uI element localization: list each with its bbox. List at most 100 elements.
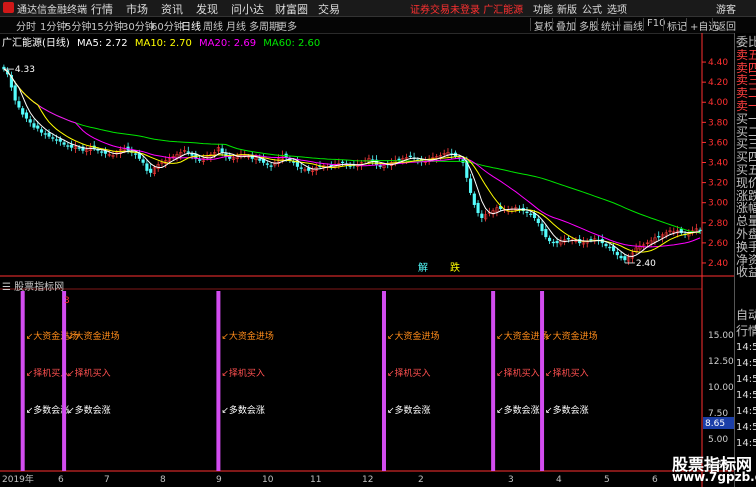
period-toolbar: 分时 1分钟 5分钟 15分钟 30分钟 60分钟 日线 周线 月线 多周期 更… <box>0 17 756 34</box>
side-panel-bottom-label: 行情 <box>736 324 756 338</box>
axis-marker: 3 <box>64 296 70 306</box>
overlay-button[interactable]: 叠加 <box>552 18 576 33</box>
menu-item-formula[interactable]: 公式 <box>582 1 602 16</box>
guest-label[interactable]: 游客 <box>716 1 736 16</box>
signal-bar <box>491 291 496 471</box>
signal-bar <box>540 291 545 471</box>
candle-body <box>24 112 29 119</box>
candle-body <box>548 237 552 242</box>
side-panel-bottom-label: 14:50 <box>736 374 756 385</box>
signal-label: ↙多数会涨 <box>67 404 111 416</box>
menu-item-quotes[interactable]: 行情 <box>91 1 113 17</box>
candle-body <box>589 239 593 241</box>
signal-label: ↙大资金进场 <box>387 330 440 342</box>
side-panel-bottom-label: 14:50 <box>736 358 756 369</box>
indicator-name: 股票指标网 <box>14 282 65 293</box>
signal-bar <box>216 291 221 471</box>
tab-period-more[interactable]: 更多 <box>277 18 297 33</box>
candle-body <box>619 255 623 259</box>
menu-item-ask[interactable]: 问小达 <box>231 1 264 17</box>
price-tick-label: 4.00 <box>708 98 728 108</box>
side-panel-bottom-label: 14:50 <box>736 438 756 449</box>
time-axis-label: 9 <box>216 475 222 485</box>
candle-body <box>17 101 21 108</box>
side-panel-bottom-label: 14:50 <box>736 422 756 433</box>
time-axis-label: 11 <box>310 475 321 485</box>
tab-period-15min[interactable]: 15分钟 <box>91 18 124 33</box>
menu-item-options[interactable]: 选项 <box>607 1 627 16</box>
candle-body <box>608 246 612 249</box>
candle-body <box>566 238 570 240</box>
signal-label: ↙择机买入 <box>387 367 431 379</box>
candle-body <box>397 158 401 161</box>
candle-body <box>299 167 303 169</box>
legend-ma20: MA20: 2.69 <box>199 38 257 49</box>
draw-line-button[interactable]: 画线 <box>619 18 643 33</box>
price-tick-label: 4.40 <box>708 58 728 68</box>
indicator-tick-label: 12.50 <box>708 357 734 367</box>
tab-period-monthly[interactable]: 月线 <box>226 18 246 33</box>
signal-label: ↙多数会涨 <box>221 404 265 416</box>
candle-body <box>77 147 81 149</box>
kline-chart[interactable]: 4.40 4.20 4.00 3.80 3.60 3.40 3.20 3.00 2.80 2.60… <box>0 33 734 487</box>
tab-period-intraday[interactable]: 分时 <box>16 18 36 33</box>
menu-item-newversion[interactable]: 新版 <box>557 1 577 16</box>
time-axis-label: 6 <box>652 475 658 485</box>
side-panel-label: 买一 <box>736 111 756 126</box>
signal-label: ↙多数会涨 <box>545 404 589 416</box>
legend-stock: 广汇能源(日线) <box>2 38 70 49</box>
signal-label: ↙择机买入 <box>496 367 540 379</box>
candle-body <box>551 241 555 244</box>
multi-stock-button[interactable]: 多股 <box>575 18 599 33</box>
candle-body <box>186 151 190 153</box>
ma20-line <box>3 68 701 248</box>
candle-body <box>36 125 40 129</box>
candle-body <box>623 256 627 261</box>
time-axis-label: 4 <box>556 475 562 485</box>
signal-bar <box>381 291 386 471</box>
indicator-menu-icon[interactable]: ☰ <box>2 282 11 293</box>
menu-item-functions[interactable]: 功能 <box>533 1 553 16</box>
candle-body <box>58 138 62 142</box>
candle-body <box>66 145 70 147</box>
candle-body <box>32 123 36 128</box>
tab-period-multi[interactable]: 多周期 <box>249 18 279 33</box>
candle-body <box>62 142 66 145</box>
tab-period-30min[interactable]: 30分钟 <box>122 18 155 33</box>
tab-period-60min[interactable]: 60分钟 <box>151 18 184 33</box>
candle-body <box>51 137 55 139</box>
tab-period-5min[interactable]: 5分钟 <box>65 18 91 33</box>
tab-period-1min[interactable]: 1分钟 <box>40 18 66 33</box>
menu-item-wealth[interactable]: 财富圈 <box>275 1 308 17</box>
time-axis-label: 6 <box>58 475 64 485</box>
candle-body <box>657 236 661 238</box>
tab-period-daily[interactable]: 日线 <box>181 18 201 33</box>
candle-body <box>476 202 480 213</box>
indicator-tick-label: 5.00 <box>708 435 728 445</box>
candle-body <box>540 223 544 232</box>
price-tick-label: 2.80 <box>708 219 728 229</box>
side-panel-label: 卖五 <box>736 47 756 62</box>
menu-item-discover[interactable]: 发现 <box>196 1 218 17</box>
statistics-button[interactable]: 统计 <box>597 18 621 33</box>
menu-item-trade[interactable]: 交易 <box>318 1 340 17</box>
side-panel-bottom-label: 14:50 <box>736 342 756 353</box>
side-panel-bottom-label: 14:50 <box>736 406 756 417</box>
back-button[interactable]: 返回 <box>712 18 736 33</box>
candle-body <box>55 139 59 141</box>
candle-body <box>615 251 619 256</box>
login-notice[interactable]: 证券交易未登录 广汇能源 <box>410 1 523 16</box>
candle-body <box>529 213 533 215</box>
menu-item-news[interactable]: 资讯 <box>161 1 183 17</box>
indicator-tick-label: 10.00 <box>708 383 734 393</box>
menu-item-market[interactable]: 市场 <box>126 1 148 17</box>
side-panel-label: 现价 <box>736 175 756 190</box>
legend-ma5: MA5: 2.72 <box>77 38 128 49</box>
candle-body <box>47 132 51 137</box>
tab-period-weekly[interactable]: 周线 <box>203 18 223 33</box>
mark-button[interactable]: 标记 <box>663 18 687 33</box>
candle-body <box>220 148 224 153</box>
candle-body <box>190 153 194 156</box>
restore-rights-button[interactable]: 复权 <box>530 18 554 33</box>
candle-body <box>13 85 17 101</box>
